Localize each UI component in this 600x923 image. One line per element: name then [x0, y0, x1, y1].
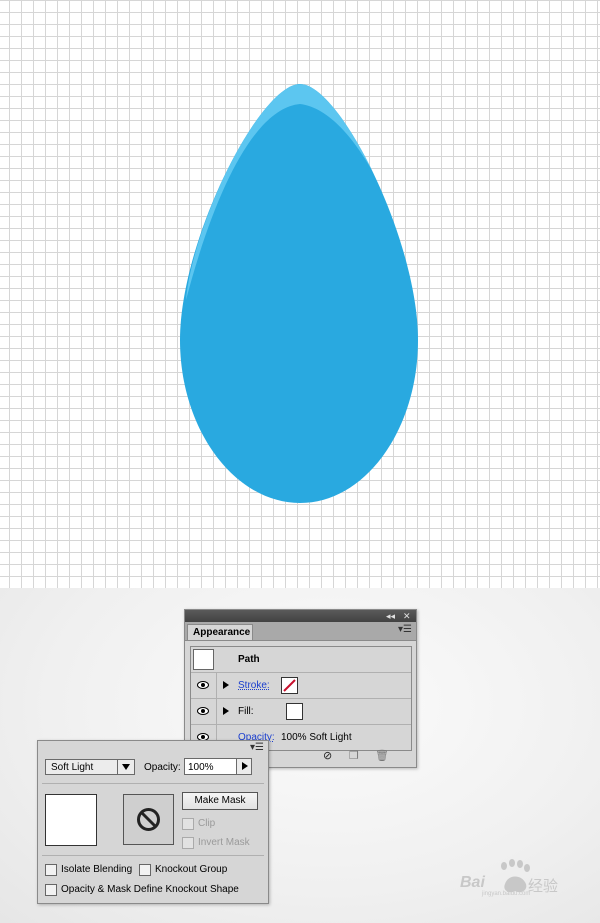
blend-mode-select[interactable]: Soft Light: [45, 759, 135, 775]
transparency-topbar: ▾☰: [38, 741, 268, 753]
transparency-panel: ▾☰ Soft Light Opacity: 100% Make Mask Cl…: [37, 740, 269, 904]
disclosure-triangle-icon[interactable]: [223, 681, 229, 689]
fill-label[interactable]: Fill:: [238, 706, 254, 717]
water-drop-shape[interactable]: [0, 0, 600, 588]
stroke-label[interactable]: Stroke:: [238, 680, 270, 691]
mask-thumbnail[interactable]: [123, 794, 174, 845]
isolate-blending-label: Isolate Blending: [61, 864, 133, 875]
clip-label: Clip: [198, 818, 216, 829]
opacity-mask-knockout-checkbox[interactable]: [45, 884, 57, 896]
fill-row[interactable]: Fill:: [191, 699, 411, 725]
watermark-suffix: 经验: [528, 877, 559, 895]
path-thumbnail: [193, 649, 214, 670]
make-mask-button[interactable]: Make Mask: [182, 792, 258, 810]
appearance-rows: Path Stroke: Fill: Opacity: 100% Soft Li…: [190, 646, 412, 751]
stroke-swatch[interactable]: [281, 677, 298, 694]
eye-icon: [197, 681, 209, 689]
appearance-titlebar[interactable]: ◂◂ ✕: [185, 610, 416, 622]
opacity-slider-arrow-icon[interactable]: [236, 758, 252, 775]
duplicate-item-icon[interactable]: ❐: [349, 749, 359, 762]
double-chevron-left-icon[interactable]: ◂◂: [386, 610, 395, 622]
panel-menu-icon[interactable]: ▾☰: [398, 624, 412, 635]
invert-mask-label: Invert Mask: [198, 837, 250, 848]
delete-item-icon[interactable]: 🗑: [375, 749, 389, 762]
fill-visibility-toggle[interactable]: [191, 699, 217, 724]
stroke-visibility-toggle[interactable]: [191, 673, 217, 698]
appearance-tabstrip: Appearance ▾☰: [185, 622, 416, 641]
chevron-down-icon[interactable]: [117, 760, 134, 774]
close-icon[interactable]: ✕: [403, 610, 411, 622]
blend-mode-value: Soft Light: [51, 762, 94, 773]
stroke-row[interactable]: Stroke:: [191, 673, 411, 699]
disclosure-triangle-icon[interactable]: [223, 707, 229, 715]
invert-mask-checkbox[interactable]: [182, 837, 194, 849]
knockout-group-label: Knockout Group: [155, 864, 228, 875]
no-mask-icon: [137, 808, 160, 831]
path-row[interactable]: Path: [191, 647, 411, 673]
none-swatch-icon: [283, 679, 296, 692]
watermark-domain: jingyan.baidu.com: [482, 891, 531, 897]
opacity-mask-knockout-label: Opacity & Mask Define Knockout Shape: [61, 884, 239, 895]
opacity-label: Opacity:: [144, 762, 181, 773]
divider: [42, 855, 264, 856]
panel-menu-icon[interactable]: ▾☰: [250, 742, 264, 753]
opacity-value: 100% Soft Light: [281, 732, 352, 743]
divider: [42, 783, 264, 784]
watermark-bai: Bai: [460, 874, 485, 891]
artwork-thumbnail[interactable]: [45, 794, 97, 846]
path-label: Path: [238, 654, 260, 665]
baidu-watermark: Bai 经验 jingyan.baidu.com: [460, 858, 568, 898]
knockout-group-checkbox[interactable]: [139, 864, 151, 876]
tab-appearance[interactable]: Appearance: [187, 624, 253, 640]
clip-checkbox[interactable]: [182, 818, 194, 830]
clear-appearance-icon[interactable]: ⊘: [323, 749, 332, 762]
drop-body: [180, 84, 418, 503]
artboard-grid: [0, 0, 600, 588]
eye-icon: [197, 707, 209, 715]
fill-swatch[interactable]: [286, 703, 303, 720]
isolate-blending-checkbox[interactable]: [45, 864, 57, 876]
